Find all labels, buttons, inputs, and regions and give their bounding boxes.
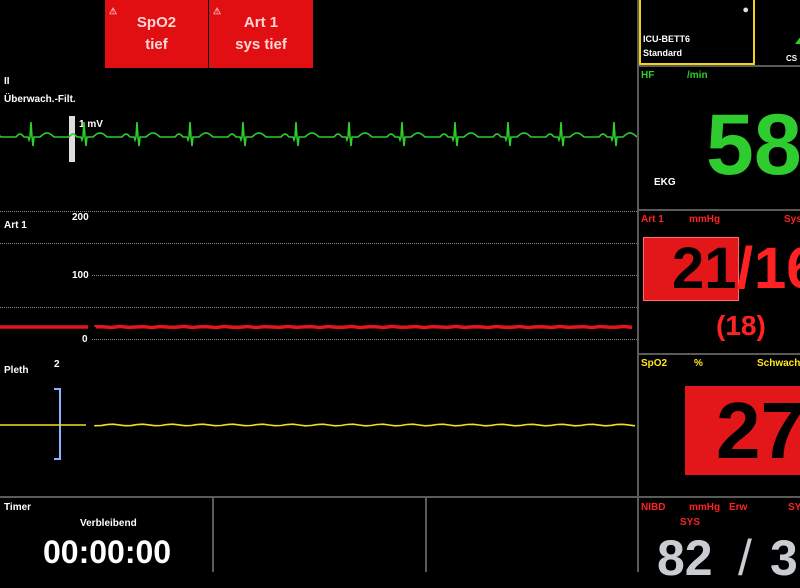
bed-name: ICU-BETT6 — [643, 34, 690, 44]
home-icon[interactable] — [795, 36, 800, 44]
art-param-unit: mmHg — [689, 214, 721, 225]
art-scale-200: 200 — [72, 212, 89, 223]
art-wave-label: Art 1 — [4, 220, 27, 231]
art-alarm-banner[interactable]: ⚠ Art 1 sys tief — [209, 0, 313, 68]
divider-spo2 — [639, 353, 800, 355]
ecg-waveform — [0, 121, 637, 147]
nibd-sys-label: SYS — [680, 517, 701, 528]
timer-label: Timer — [4, 502, 32, 513]
divider-art — [639, 209, 800, 211]
person-icon: ● — [742, 4, 749, 16]
divider-nibd — [639, 496, 800, 498]
right-panel-divider — [637, 0, 639, 572]
ecg-filter-label: Überwach.-Filt. — [4, 94, 76, 105]
art-param-tag: Sys — [784, 214, 800, 225]
warning-icon: ⚠ — [109, 6, 118, 16]
hf-unit: /min — [687, 70, 708, 81]
pleth-scale: 2 — [54, 359, 60, 370]
timer-value[interactable]: 00:00:00 — [43, 532, 171, 572]
art-alarm-detail: sys tief — [235, 36, 287, 53]
bed-profile: Standard — [643, 48, 683, 58]
art-gridline — [0, 243, 637, 244]
timer-divider-2 — [425, 498, 427, 572]
nibd-unit: mmHg — [689, 502, 721, 513]
art-scale-0: 0 — [82, 334, 88, 345]
art-scale-100: 100 — [72, 270, 89, 281]
nibd-label: NIBD — [641, 502, 666, 513]
cs-label: CS — [786, 54, 798, 63]
spo2-alarm-banner[interactable]: ⚠ SpO2 tief — [105, 0, 208, 68]
pleth-waveform — [0, 423, 636, 427]
spo2-signal-tag: Schwach — [757, 358, 800, 369]
art-diastolic-value: 16 — [754, 236, 800, 301]
nibd-mode: Erw — [729, 502, 748, 513]
nibd-separator: / — [738, 530, 752, 586]
ecg-lead-label: II — [4, 76, 10, 87]
nibd-diastolic-value: 3 — [770, 530, 798, 586]
warning-icon: ⚠ — [213, 6, 222, 16]
spo2-label: SpO2 — [641, 358, 668, 369]
bed-info-box[interactable]: ● ICU-BETT6 Standard — [639, 0, 755, 65]
art-gridline — [92, 339, 637, 340]
art-separator: / — [737, 236, 754, 301]
spo2-alarm-detail: tief — [145, 36, 168, 53]
art-gridline — [0, 211, 637, 212]
timer-sub-label: Verbleibend — [80, 518, 137, 529]
nibd-systolic-value: 82 — [657, 530, 713, 586]
hf-source: EKG — [654, 177, 676, 188]
divider-timer — [0, 496, 637, 498]
spo2-value: 27 — [716, 386, 800, 475]
art-gridline — [0, 307, 637, 308]
art-gridline — [92, 275, 637, 276]
nibd-tag: SY — [788, 502, 800, 513]
art-alarm-title: Art 1 — [243, 14, 279, 31]
divider-hf — [639, 65, 800, 67]
hf-label: HF — [641, 70, 655, 81]
timer-divider-1 — [212, 498, 214, 572]
art-waveform — [0, 324, 633, 330]
pleth-label: Pleth — [4, 365, 29, 376]
spo2-unit: % — [694, 358, 703, 369]
art-param-label: Art 1 — [641, 214, 664, 225]
art-mean-value: (18) — [716, 310, 766, 341]
hf-value: 58 — [706, 97, 800, 193]
art-systolic-value: 21 — [672, 236, 737, 301]
spo2-alarm-title: SpO2 — [136, 14, 177, 31]
